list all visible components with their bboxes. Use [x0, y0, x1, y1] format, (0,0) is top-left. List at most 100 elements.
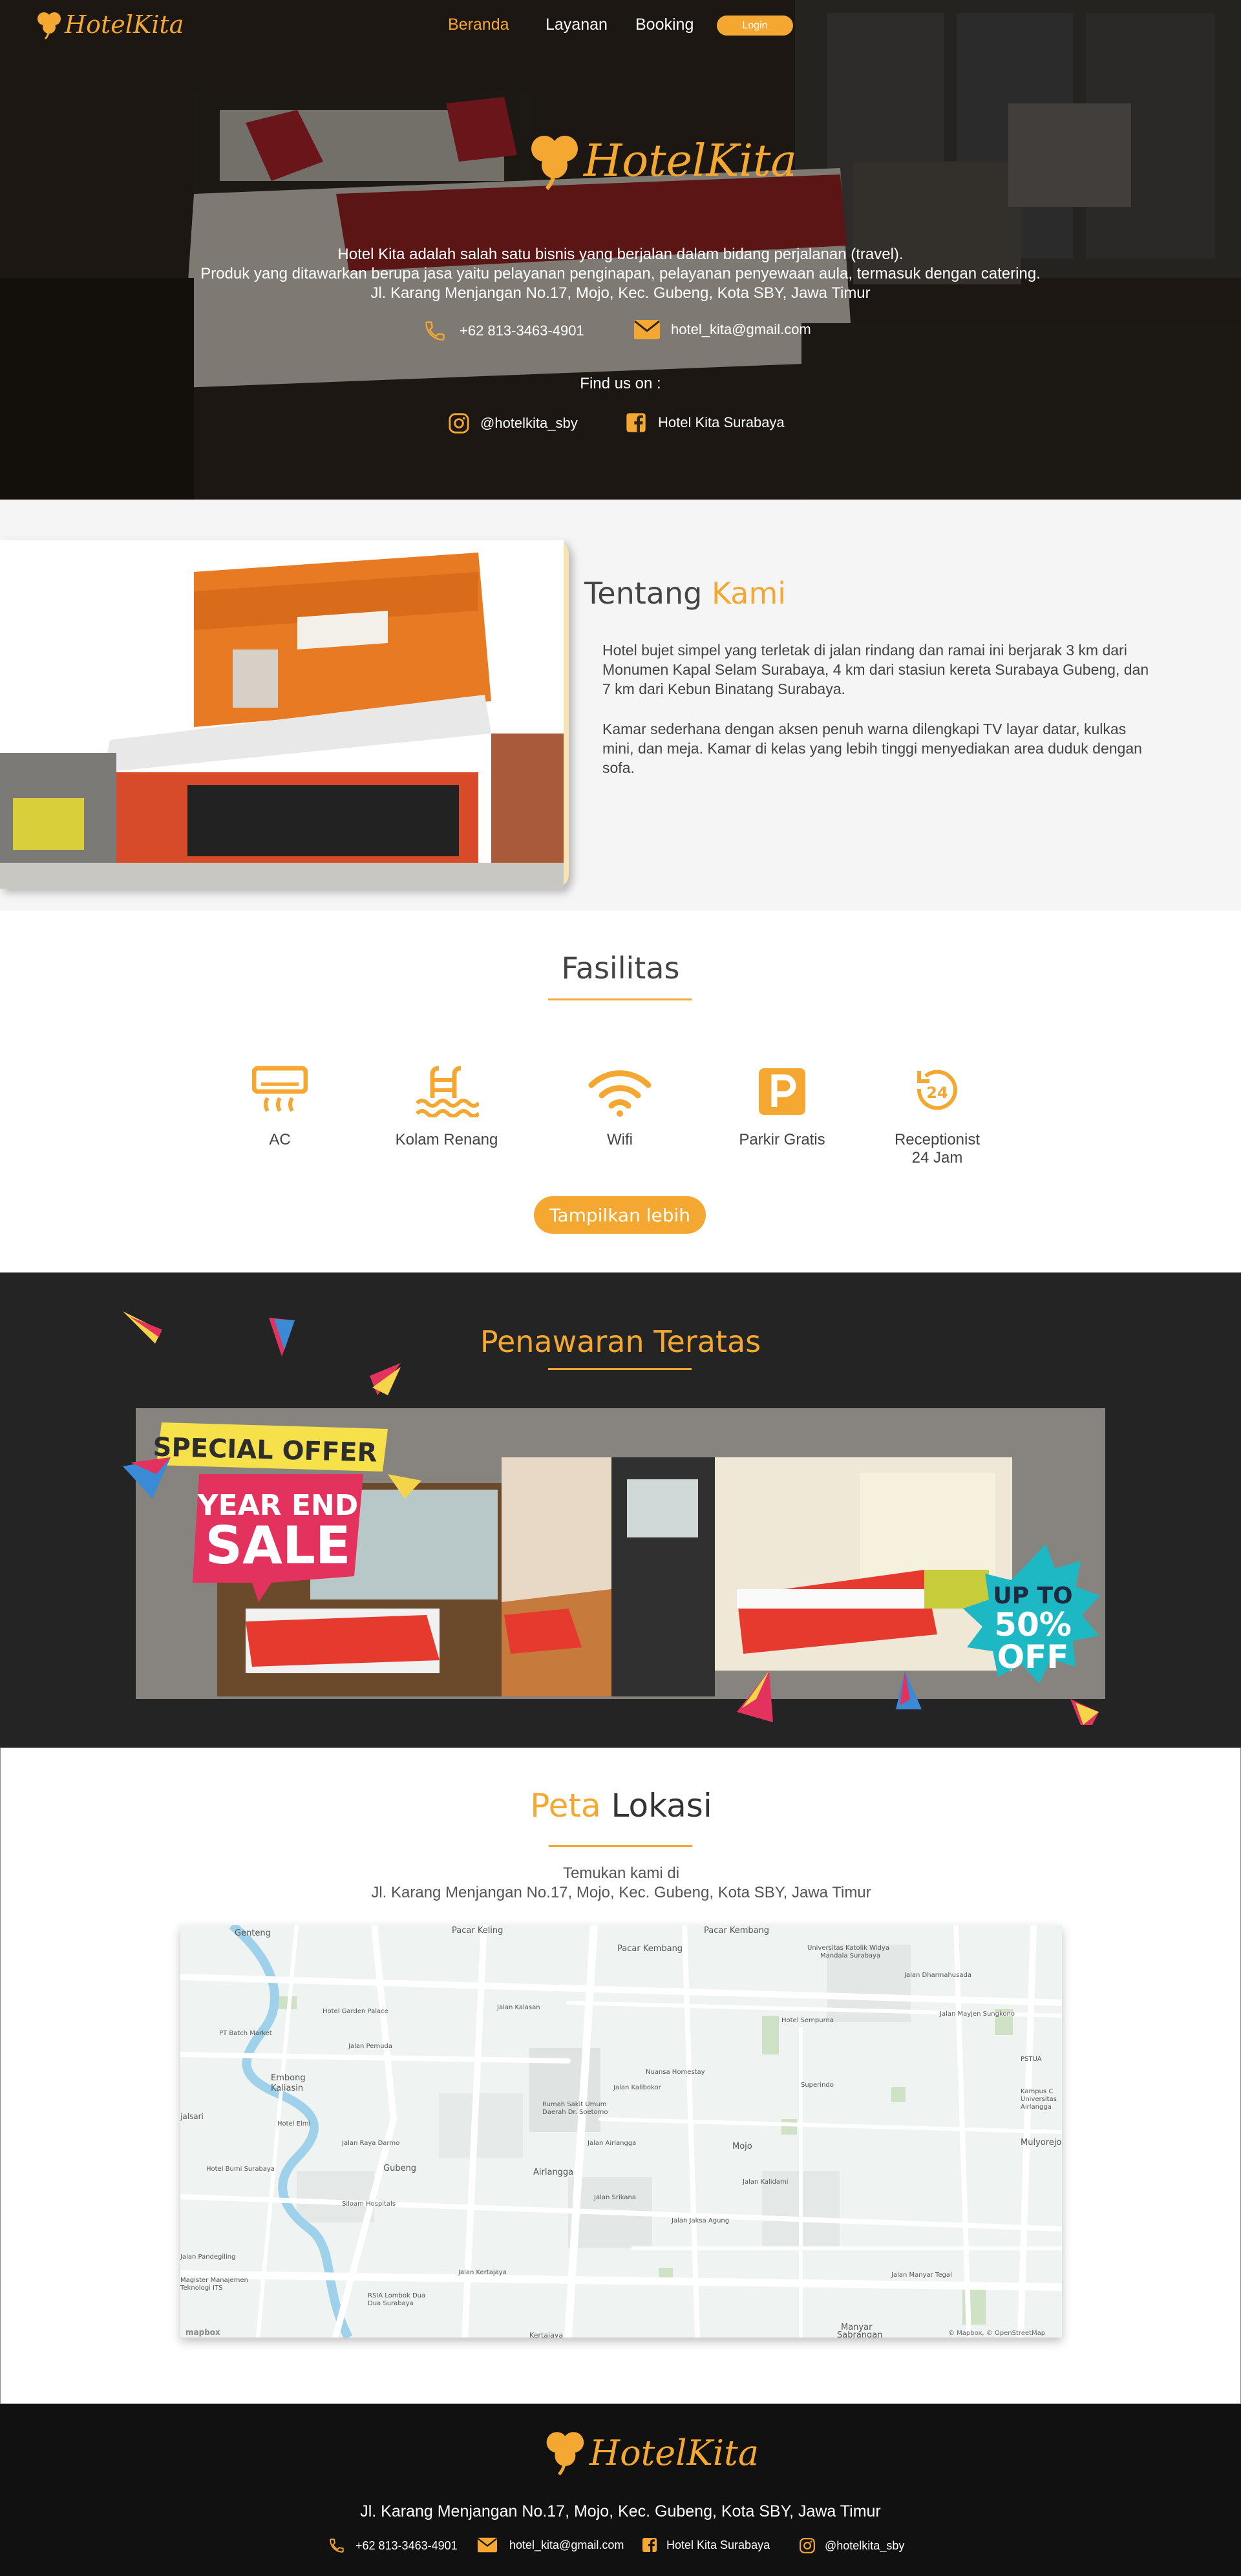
phone-icon — [330, 2539, 344, 2553]
svg-text:Jalan Kalibokor: Jalan Kalibokor — [613, 2084, 662, 2091]
svg-text:Pacar Keling: Pacar Keling — [452, 1926, 503, 1936]
svg-text:Jalan Pemuda: Jalan Pemuda — [348, 2043, 392, 2050]
facility-parking-label: Parkir Gratis — [739, 1131, 825, 1148]
svg-text:Hotel Sempurna: Hotel Sempurna — [781, 2017, 834, 2024]
special-offer-text: SPECIAL OFFER — [153, 1432, 377, 1468]
facebook-icon — [642, 2538, 657, 2552]
footer-email[interactable]: hotel_kita@gmail.com — [477, 2537, 624, 2553]
about-title-a: Tentang — [584, 576, 703, 611]
svg-text:Magister Manajemen: Magister Manajemen — [180, 2277, 248, 2284]
svg-text:Jalan Jaksa Agung: Jalan Jaksa Agung — [671, 2217, 729, 2224]
hero-facebook-text: Hotel Kita Surabaya — [658, 414, 785, 430]
svg-text:Hotel Elmi: Hotel Elmi — [277, 2120, 310, 2127]
svg-text:Pacar Kembang: Pacar Kembang — [704, 1926, 769, 1936]
svg-text:Jalan Pandegiling: Jalan Pandegiling — [180, 2254, 235, 2261]
svg-text:mapbox: mapbox — [186, 2328, 220, 2337]
parking-icon — [759, 1068, 805, 1115]
footer-facebook-text: Hotel Kita Surabaya — [666, 2538, 770, 2551]
about-section: Tentang Kami Hotel bujet simpel yang ter… — [0, 500, 1241, 911]
up-to-text: UP TO — [993, 1583, 1072, 1609]
svg-text:Airlangga: Airlangga — [1021, 2104, 1052, 2111]
footer-facebook-link[interactable]: Hotel Kita Surabaya — [642, 2537, 770, 2553]
facilities-title: Fasilitas — [561, 951, 680, 986]
mail-icon — [634, 320, 660, 339]
hero-phone-text: +62 813-3463-4901 — [460, 322, 584, 339]
hero-phone[interactable]: +62 813-3463-4901 — [423, 319, 584, 343]
svg-text:jalsari: jalsari — [180, 2112, 204, 2121]
footer-phone[interactable]: +62 813-3463-4901 — [328, 2537, 458, 2554]
svg-text:Rumah Sakit Umum: Rumah Sakit Umum — [542, 2101, 607, 2108]
map-subtitle-1: Temukan kami di — [562, 1864, 680, 1882]
svg-text:Pacar Kembang: Pacar Kembang — [617, 1944, 683, 1954]
nav-item-beranda[interactable]: Beranda — [448, 16, 509, 34]
footer-phone-text: +62 813-3463-4901 — [355, 2539, 458, 2552]
svg-text:Embong: Embong — [271, 2073, 306, 2083]
svg-text:Jalan Kalasan: Jalan Kalasan — [496, 2004, 540, 2011]
about-paragraph-1: Hotel bujet simpel yang terletak di jala… — [602, 642, 1149, 697]
facility-receptionist-label: Receptionist — [894, 1131, 981, 1148]
svg-text:Kertajaya: Kertajaya — [529, 2331, 563, 2338]
facilities-section: Fasilitas AC Kolam Renang Wifi Parkir Gr… — [0, 911, 1241, 1272]
instagram-icon — [449, 413, 469, 434]
hero-logo: HotelKita — [584, 136, 797, 187]
svg-text:© Mapbox, © OpenStreetMap: © Mapbox, © OpenStreetMap — [948, 2330, 1045, 2337]
svg-text:Jalan Airlangga: Jalan Airlangga — [587, 2140, 636, 2147]
hero-email-text: hotel_kita@gmail.com — [671, 321, 811, 337]
svg-text:Jalan Raya Darmo: Jalan Raya Darmo — [341, 2140, 399, 2147]
facility-ac: AC — [209, 1066, 351, 1149]
svg-text:Jalan Kalidami: Jalan Kalidami — [742, 2179, 789, 2186]
nav-item-layanan[interactable]: Layanan — [546, 16, 608, 34]
hero-instagram-link[interactable]: @hotelkita_sby — [448, 412, 578, 434]
footer-email-text: hotel_kita@gmail.com — [509, 2538, 624, 2551]
footer-instagram-link[interactable]: @hotelkita_sby — [799, 2537, 904, 2554]
hero-facebook-link[interactable]: Hotel Kita Surabaya — [626, 412, 785, 433]
hero-description-2: Produk yang ditawarkan berupa jasa yaitu… — [200, 265, 1041, 282]
wifi-icon — [588, 1070, 652, 1117]
svg-text:Genteng: Genteng — [235, 1928, 271, 1938]
facility-ac-label: AC — [269, 1131, 291, 1148]
svg-text:RSIA Lombok Dua: RSIA Lombok Dua — [368, 2292, 425, 2299]
svg-text:Jalan Dharmahusada: Jalan Dharmahusada — [904, 1972, 971, 1979]
offer-banner[interactable]: SPECIAL OFFER YEAR END SALE UP TO 50% OF… — [116, 1311, 1176, 1725]
svg-text:PT Batch Market: PT Batch Market — [219, 2030, 272, 2037]
svg-text:Hotel Garden Palace: Hotel Garden Palace — [323, 2008, 388, 2015]
footer-instagram-text: @hotelkita_sby — [825, 2539, 905, 2552]
svg-text:Dua Surabaya: Dua Surabaya — [368, 2300, 414, 2307]
facility-pool: Kolam Renang — [376, 1066, 518, 1149]
title-underline — [549, 1845, 692, 1847]
svg-text:Teknologi ITS: Teknologi ITS — [180, 2285, 222, 2292]
hotel-building-photo — [0, 540, 569, 889]
svg-text:Jalan Mayjen Sungkono: Jalan Mayjen Sungkono — [939, 2011, 1015, 2018]
svg-text:Universitas: Universitas — [1021, 2096, 1057, 2103]
svg-text:Mulyorejo: Mulyorejo — [1021, 2138, 1061, 2148]
sale-text: SALE — [205, 1515, 350, 1576]
show-more-button[interactable]: Tampilkan lebih — [534, 1196, 706, 1234]
svg-text:Mandala Surabaya: Mandala Surabaya — [820, 1952, 880, 1959]
off-text: OFF — [997, 1638, 1069, 1676]
svg-text:Jalan Manyar Tegal: Jalan Manyar Tegal — [891, 2272, 952, 2279]
hero-address: Jl. Karang Menjangan No.17, Mojo, Kec. G… — [370, 284, 871, 302]
phone-icon — [425, 321, 445, 341]
instagram-icon — [800, 2538, 815, 2553]
about-title-b: Kami — [711, 576, 787, 611]
location-map[interactable]: Genteng Pacar Keling Pacar Kembang Pacar… — [180, 1925, 1062, 2338]
facebook-icon — [626, 413, 646, 432]
nav-logo[interactable]: HotelKita — [65, 10, 184, 39]
map-subtitle-2: Jl. Karang Menjangan No.17, Mojo, Kec. G… — [371, 1884, 871, 1901]
nav-item-booking[interactable]: Booking — [635, 16, 694, 34]
login-button[interactable]: Login — [717, 16, 793, 36]
svg-text:Kaliasin: Kaliasin — [271, 2084, 303, 2093]
svg-text:Jalan Srikana: Jalan Srikana — [593, 2194, 636, 2201]
svg-text:Jalan Kertajaya: Jalan Kertajaya — [458, 2269, 507, 2276]
svg-text:Kampus C: Kampus C — [1021, 2088, 1053, 2095]
footer: HotelKita Jl. Karang Menjangan No.17, Mo… — [0, 2404, 1241, 2576]
facility-receptionist-label-2: 24 Jam — [911, 1149, 963, 1167]
map-title-a: Peta — [530, 1787, 601, 1824]
svg-text:Superindo: Superindo — [801, 2082, 834, 2089]
footer-logo: HotelKita — [589, 2433, 759, 2473]
facility-wifi: Wifi — [549, 1066, 691, 1149]
svg-text:Sabrangan: Sabrangan — [837, 2330, 882, 2338]
hero-email[interactable]: hotel_kita@gmail.com — [633, 319, 811, 340]
svg-text:Nuansa Homestay: Nuansa Homestay — [646, 2069, 705, 2076]
map-section: Peta Lokasi Temukan kami di Jl. Karang M… — [0, 1747, 1241, 2404]
